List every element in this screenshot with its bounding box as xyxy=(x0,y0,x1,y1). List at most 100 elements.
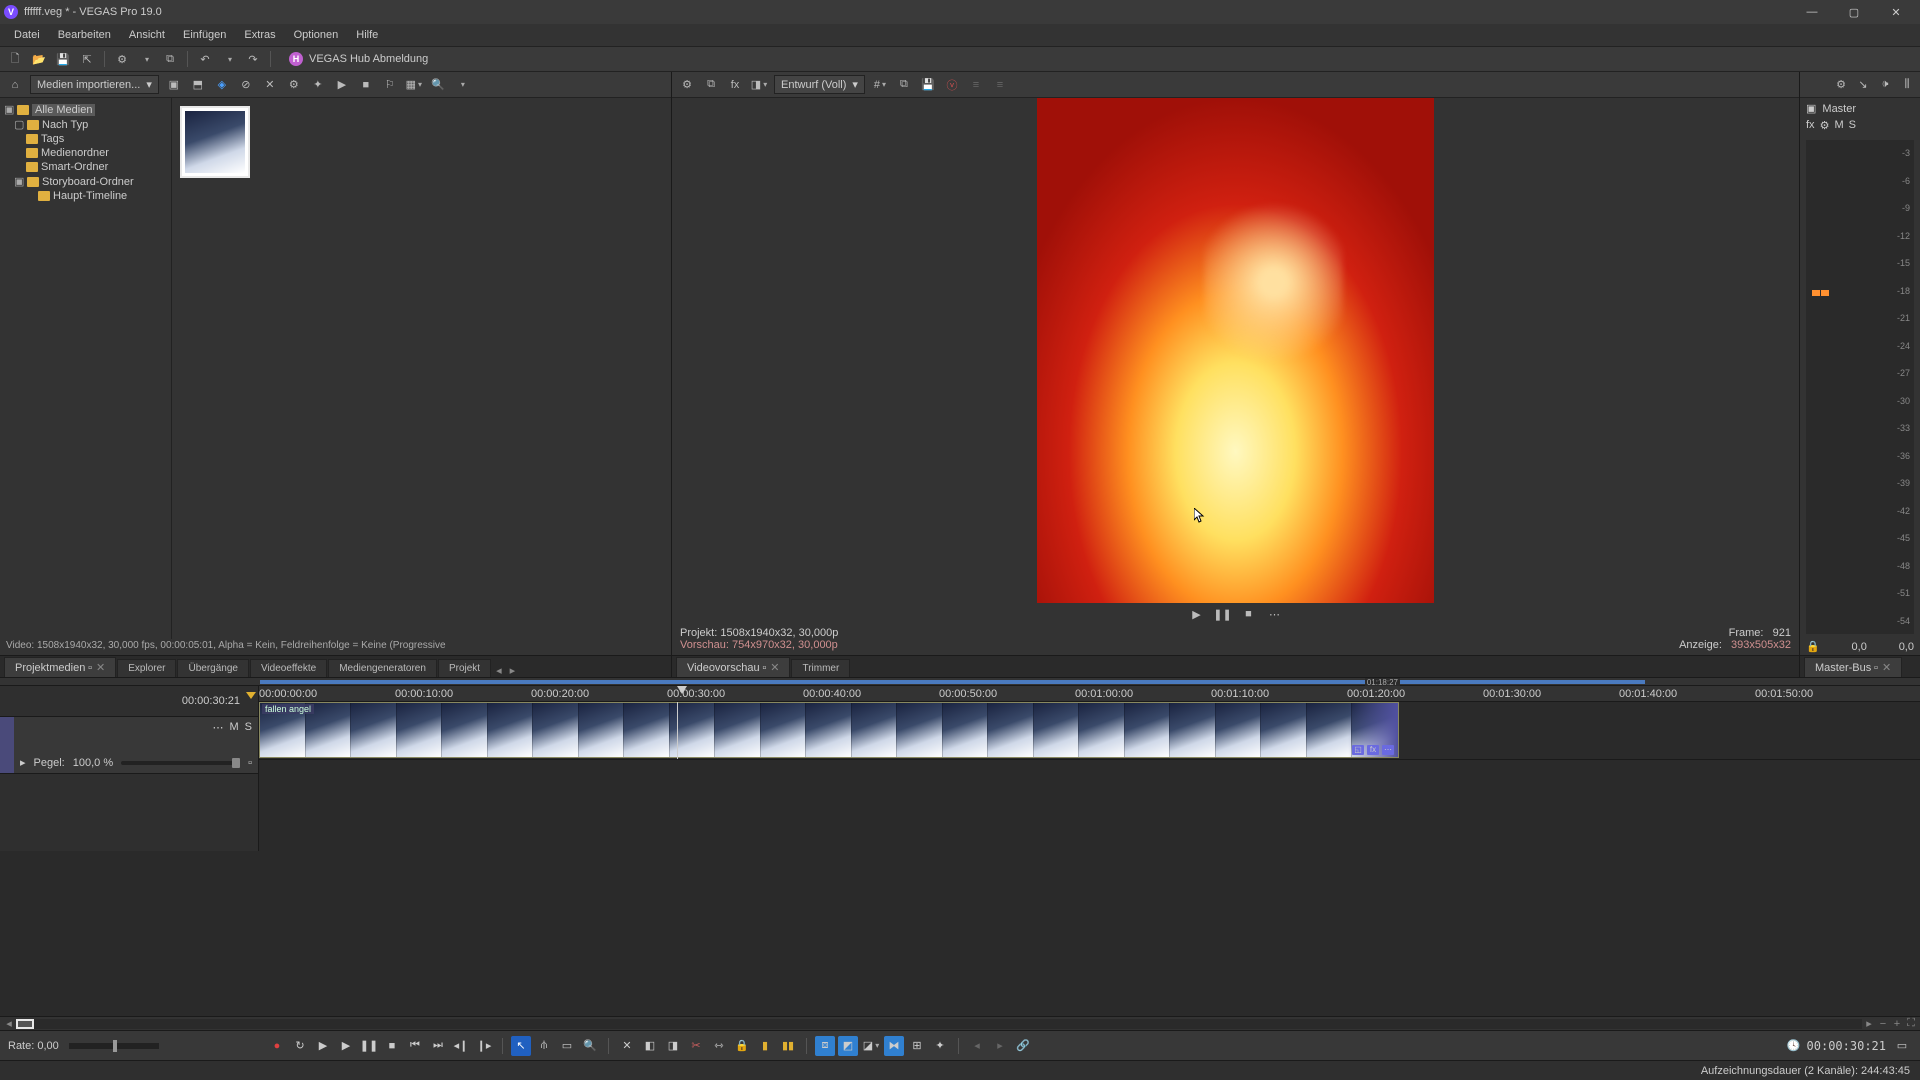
next-edit-button[interactable]: ▸ xyxy=(990,1036,1010,1056)
pause-button[interactable]: ❚❚ xyxy=(359,1036,379,1056)
quantize-button[interactable]: ⊞ xyxy=(907,1036,927,1056)
timeline-ruler[interactable]: 00:00:00:00 00:00:10:00 00:00:20:00 00:0… xyxy=(259,686,1920,702)
external-icon[interactable]: ⧉ xyxy=(702,76,720,94)
minimize-button[interactable]: — xyxy=(1792,1,1832,23)
search-dropdown-icon[interactable] xyxy=(453,76,471,94)
faders-icon[interactable]: ⫼ xyxy=(1898,76,1916,94)
play-button[interactable]: ▶ xyxy=(336,1036,356,1056)
dim-icon[interactable]: ↘ xyxy=(1854,76,1872,94)
lock-button[interactable]: 🔒 xyxy=(732,1036,752,1056)
media-tree[interactable]: ▣Alle Medien ▢Nach Typ Tags Medienordner… xyxy=(0,98,172,639)
video-track-header[interactable]: ⋯ M S ▸ Pegel: 100,0 % ▫ xyxy=(0,716,258,774)
collapse-icon[interactable]: ▣ xyxy=(14,175,24,188)
timeline-hscroll[interactable]: ◂ ▸ − + ⛶ xyxy=(0,1016,1920,1030)
tab-videoeffekte[interactable]: Videoeffekte xyxy=(250,659,327,677)
scrollbar-thumb[interactable] xyxy=(16,1019,34,1029)
menu-optionen[interactable]: Optionen xyxy=(286,27,347,43)
play-icon[interactable]: ▶ xyxy=(333,76,351,94)
link-button[interactable]: 🔗 xyxy=(1013,1036,1033,1056)
home-icon[interactable]: ⌂ xyxy=(6,76,24,94)
props-icon[interactable]: ⚙ xyxy=(285,76,303,94)
keyframe-icon[interactable]: ▫ xyxy=(248,757,252,769)
stop-button[interactable]: ■ xyxy=(382,1036,402,1056)
media-thumbnails[interactable] xyxy=(172,98,671,639)
pin-icon[interactable]: ▫ xyxy=(1874,662,1878,674)
downmix-icon[interactable]: 🕩 xyxy=(1876,76,1894,94)
media-thumbnail[interactable] xyxy=(180,106,250,178)
stop-icon[interactable]: ■ xyxy=(357,76,375,94)
color1-icon[interactable]: ◈ xyxy=(213,76,231,94)
menu-einfuegen[interactable]: Einfügen xyxy=(175,27,234,43)
redo-icon[interactable]: ↷ xyxy=(244,50,262,68)
quality-dropdown[interactable]: Entwurf (Voll)▾ xyxy=(774,75,865,94)
split-button[interactable]: ✂ xyxy=(686,1036,706,1056)
flag-icon[interactable]: ⚐ xyxy=(381,76,399,94)
more-icon[interactable]: ⋯ xyxy=(1266,605,1284,623)
close-tab-icon[interactable]: ✕ xyxy=(96,662,105,674)
prev-edit-button[interactable]: ◂ xyxy=(967,1036,987,1056)
tree-root[interactable]: Alle Medien xyxy=(32,104,95,116)
next-frame-button[interactable]: ❙▸ xyxy=(474,1036,494,1056)
color-button[interactable]: ✦ xyxy=(930,1036,950,1056)
save-snapshot-icon[interactable]: 💾 xyxy=(919,76,937,94)
pin-icon[interactable]: ▫ xyxy=(88,662,92,674)
tab-trimmer[interactable]: Trimmer xyxy=(791,659,850,677)
ripple-dropdown[interactable]: ◪ xyxy=(861,1036,881,1056)
tree-item[interactable]: Tags xyxy=(41,133,64,145)
loop-button[interactable]: ↻ xyxy=(290,1036,310,1056)
tree-item[interactable]: Haupt-Timeline xyxy=(53,190,127,202)
menu-bearbeiten[interactable]: Bearbeiten xyxy=(50,27,119,43)
get-media-icon[interactable]: ⬒ xyxy=(189,76,207,94)
fx-button[interactable]: fx xyxy=(1806,119,1815,132)
maximize-button[interactable]: ▢ xyxy=(1834,1,1874,23)
zoom-out-icon[interactable]: − xyxy=(1876,1018,1890,1030)
track-menu-icon[interactable]: ⋯ xyxy=(212,721,223,734)
render-icon[interactable]: ⇱ xyxy=(78,50,96,68)
collapse-icon[interactable]: ▣ xyxy=(4,103,14,116)
settings-icon[interactable]: ⚙ xyxy=(678,76,696,94)
zoom-tool[interactable]: 🔍 xyxy=(580,1036,600,1056)
lock-icon[interactable]: 🔒 xyxy=(1806,640,1820,653)
play-start-button[interactable]: ▶ xyxy=(313,1036,333,1056)
tree-item[interactable]: Nach Typ xyxy=(42,119,88,131)
record-button[interactable]: ● xyxy=(267,1036,287,1056)
pause-icon[interactable]: ❚❚ xyxy=(1214,605,1232,623)
auto-ripple-button[interactable]: ◩ xyxy=(838,1036,858,1056)
tree-item[interactable]: Storyboard-Ordner xyxy=(42,176,134,188)
automation-icon[interactable]: ⚙ xyxy=(1820,119,1830,132)
clip-more-icon[interactable]: ⋯ xyxy=(1382,745,1394,755)
delete-button[interactable]: ✕ xyxy=(617,1036,637,1056)
capture-icon[interactable]: ▣ xyxy=(165,76,183,94)
scroll-right-icon[interactable]: ▸ xyxy=(1862,1017,1876,1030)
level-slider[interactable] xyxy=(121,761,240,765)
tab-videovorschau[interactable]: Videovorschau ▫✕ xyxy=(676,657,790,677)
pin-icon[interactable]: ▫ xyxy=(762,662,766,674)
undo-icon[interactable]: ↶ xyxy=(196,50,214,68)
menu-extras[interactable]: Extras xyxy=(236,27,283,43)
loop-region[interactable] xyxy=(260,680,1645,684)
transport-timecode[interactable]: 00:00:30:21 xyxy=(1807,1039,1886,1053)
fx-icon[interactable]: ✦ xyxy=(309,76,327,94)
mute-button[interactable]: M xyxy=(229,721,238,734)
tab-nav-right-icon[interactable]: ▸ xyxy=(506,664,520,677)
properties-icon[interactable]: ⚙ xyxy=(113,50,131,68)
menu-datei[interactable]: Datei xyxy=(6,27,48,43)
timecode-display[interactable]: 00:00:30:21 xyxy=(0,686,258,716)
hub-button[interactable]: H VEGAS Hub Abmeldung xyxy=(289,52,428,66)
clip-pan-icon[interactable]: ◱ xyxy=(1352,745,1364,755)
solo-button[interactable]: S xyxy=(245,721,252,734)
split-icon[interactable]: ◨ xyxy=(750,76,768,94)
zoom-in-icon[interactable]: + xyxy=(1890,1018,1904,1030)
selection-tool[interactable]: ▭ xyxy=(557,1036,577,1056)
save-icon[interactable]: 💾 xyxy=(54,50,72,68)
trim-start-button[interactable]: ◧ xyxy=(640,1036,660,1056)
output-fx-icon[interactable]: fx xyxy=(726,76,744,94)
layout-button[interactable]: ▭ xyxy=(1892,1036,1912,1056)
video-icon[interactable]: ⓥ xyxy=(943,76,961,94)
delete-icon[interactable]: ✕ xyxy=(261,76,279,94)
solo-button[interactable]: S xyxy=(1849,119,1856,132)
mute-button[interactable]: M xyxy=(1834,119,1843,132)
playhead-line[interactable] xyxy=(677,702,678,759)
track-handle[interactable] xyxy=(0,717,14,773)
undo-dropdown-icon[interactable] xyxy=(220,50,238,68)
